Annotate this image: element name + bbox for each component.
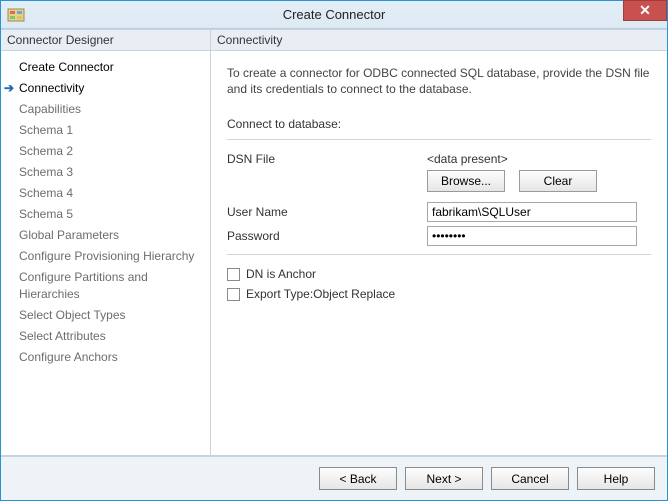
nav-select-object-types[interactable]: Select Object Types (19, 305, 200, 326)
divider (227, 139, 651, 140)
main-header: Connectivity (211, 30, 667, 51)
sidebar: Connector Designer Create Connector ➔Con… (1, 30, 211, 455)
nav-configure-anchors[interactable]: Configure Anchors (19, 347, 200, 368)
nav-list: Create Connector ➔Connectivity Capabilit… (1, 51, 210, 455)
divider (227, 254, 651, 255)
dsn-label: DSN File (227, 152, 427, 166)
close-button[interactable]: ✕ (623, 0, 667, 21)
content: To create a connector for ODBC connected… (211, 51, 667, 455)
dn-anchor-label: DN is Anchor (246, 267, 316, 281)
titlebar: Create Connector ✕ (1, 1, 667, 29)
dn-anchor-row: DN is Anchor (227, 267, 651, 281)
dialog-window: Create Connector ✕ Connector Designer Cr… (0, 0, 668, 501)
password-input[interactable] (427, 226, 637, 246)
next-button[interactable]: Next > (405, 467, 483, 490)
nav-create-connector[interactable]: Create Connector (19, 57, 200, 78)
connect-label: Connect to database: (227, 117, 651, 131)
dn-anchor-checkbox[interactable] (227, 268, 240, 281)
nav-schema-1[interactable]: Schema 1 (19, 120, 200, 141)
back-button[interactable]: < Back (319, 467, 397, 490)
dialog-body: Connector Designer Create Connector ➔Con… (1, 29, 667, 456)
help-button[interactable]: Help (577, 467, 655, 490)
dsn-value: <data present> (427, 152, 508, 166)
nav-provisioning-hierarchy[interactable]: Configure Provisioning Hierarchy (19, 246, 200, 267)
export-type-label: Export Type:Object Replace (246, 287, 395, 301)
export-type-checkbox[interactable] (227, 288, 240, 301)
main-pane: Connectivity To create a connector for O… (211, 30, 667, 455)
dsn-row: DSN File <data present> (227, 152, 651, 166)
nav-connectivity[interactable]: ➔Connectivity (19, 78, 200, 99)
dsn-button-row: Browse... Clear (427, 170, 651, 192)
password-row: Password (227, 226, 651, 246)
export-type-row: Export Type:Object Replace (227, 287, 651, 301)
nav-schema-5[interactable]: Schema 5 (19, 204, 200, 225)
window-title: Create Connector (1, 7, 667, 22)
description-text: To create a connector for ODBC connected… (227, 65, 651, 97)
cancel-button[interactable]: Cancel (491, 467, 569, 490)
nav-schema-4[interactable]: Schema 4 (19, 183, 200, 204)
clear-button[interactable]: Clear (519, 170, 597, 192)
nav-global-parameters[interactable]: Global Parameters (19, 225, 200, 246)
username-input[interactable] (427, 202, 637, 222)
footer: < Back Next > Cancel Help (1, 456, 667, 500)
nav-schema-2[interactable]: Schema 2 (19, 141, 200, 162)
arrow-icon: ➔ (4, 80, 14, 97)
sidebar-header: Connector Designer (1, 30, 210, 51)
password-label: Password (227, 229, 427, 243)
nav-select-attributes[interactable]: Select Attributes (19, 326, 200, 347)
close-icon: ✕ (639, 2, 651, 19)
browse-button[interactable]: Browse... (427, 170, 505, 192)
nav-schema-3[interactable]: Schema 3 (19, 162, 200, 183)
username-row: User Name (227, 202, 651, 222)
nav-capabilities[interactable]: Capabilities (19, 99, 200, 120)
username-label: User Name (227, 205, 427, 219)
nav-partitions-hierarchies[interactable]: Configure Partitions and Hierarchies (19, 267, 200, 305)
